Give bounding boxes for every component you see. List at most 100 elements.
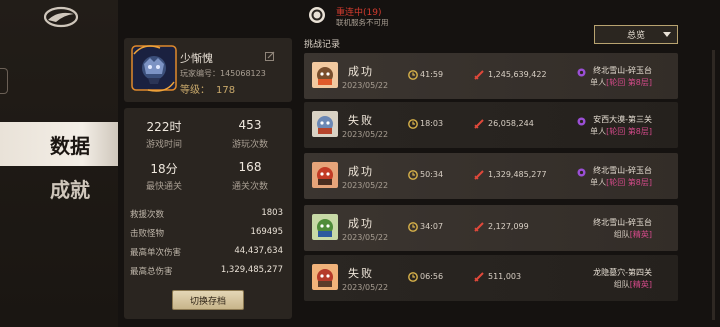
record-difficulty-tag: [精英] — [629, 230, 652, 239]
boss-portrait-icon — [312, 214, 338, 240]
record-difficulty-tag: [轮回 第8层] — [606, 127, 652, 136]
solo-mode-icon — [577, 168, 586, 177]
stat-row-label: 救援次数 — [130, 210, 165, 220]
record-stage: 龙隐墓穴-第四关 — [593, 268, 652, 277]
record-duration: 18:03 — [420, 119, 444, 128]
stat-row-value: 1803 — [261, 208, 283, 218]
clock-icon — [408, 222, 418, 232]
rail-collapse-handle[interactable] — [0, 68, 8, 94]
record-team-mode: 组队 — [613, 280, 630, 289]
clock-icon — [408, 170, 418, 180]
record-date: 2023/05/22 — [342, 81, 389, 90]
record-team-mode: 单人 — [590, 78, 607, 87]
player-id-value: 145068123 — [220, 69, 266, 78]
connection-status-subtext: 联机服务不可用 — [336, 18, 389, 27]
record-duration: 50:34 — [420, 170, 444, 179]
player-name: 少惭愧 — [180, 52, 213, 65]
stat-row-value: 1,329,485,277 — [220, 265, 283, 275]
record-row[interactable]: 成功 2023/05/22 50:34 1,329,485,277 终北雪山-碎玉台 单人… — [304, 153, 678, 199]
damage-sword-icon — [474, 272, 484, 282]
nav-item-data[interactable]: 数据 — [0, 122, 118, 166]
damage-sword-icon — [474, 119, 484, 129]
record-damage: 511,003 — [488, 272, 522, 281]
damage-sword-icon — [474, 70, 484, 80]
record-team-mode: 组队 — [613, 230, 630, 239]
record-stage: 终北雪山-碎玉台 — [593, 66, 652, 75]
record-difficulty-tag: [精英] — [629, 280, 652, 289]
records-scrollbar[interactable] — [712, 50, 715, 320]
stat-play-time-label: 游戏时间 — [145, 140, 182, 150]
damage-sword-icon — [474, 170, 484, 180]
record-damage: 1,245,639,422 — [488, 70, 547, 79]
chevron-down-icon — [663, 32, 671, 37]
player-id-label: 玩家编号： — [180, 69, 220, 78]
record-date: 2023/05/22 — [342, 130, 389, 139]
boss-portrait-icon — [312, 264, 338, 290]
record-team-info: 组队[精英] — [614, 279, 652, 290]
record-team-info: 组队[精英] — [614, 229, 652, 240]
stat-fastest-clear-label: 最快通关 — [145, 182, 182, 192]
clock-icon — [408, 70, 418, 80]
record-team-info: 单人[轮回 第8层] — [590, 126, 652, 137]
boss-portrait-icon — [312, 162, 338, 188]
record-damage: 26,058,244 — [488, 119, 534, 128]
solo-mode-icon — [577, 117, 586, 126]
record-date: 2023/05/22 — [342, 233, 389, 242]
record-stage: 终北雪山-碎玉台 — [593, 218, 652, 227]
records-filter-selected: 总览 — [626, 31, 645, 41]
records-title: 挑战记录 — [304, 40, 341, 50]
player-level: 等级： 178 — [180, 81, 235, 96]
stat-play-time-value: 222时 — [146, 120, 182, 134]
stat-play-count-label: 游玩次数 — [231, 140, 268, 150]
record-damage: 1,329,485,277 — [488, 170, 547, 179]
switch-save-button[interactable]: 切换存档 — [172, 290, 244, 310]
record-difficulty-tag: [轮回 第8层] — [606, 78, 652, 87]
boss-portrait-icon — [312, 62, 338, 88]
edit-name-icon[interactable] — [265, 51, 275, 61]
record-damage: 2,127,099 — [488, 222, 529, 231]
record-stage: 终北雪山-碎玉台 — [593, 166, 652, 175]
record-team-info: 单人[轮回 第8层] — [590, 177, 652, 188]
solo-mode-icon — [577, 68, 586, 77]
record-date: 2023/05/22 — [342, 181, 389, 190]
stat-row-label: 最高总伤害 — [130, 267, 173, 277]
clock-icon — [408, 119, 418, 129]
stat-play-count-value: 453 — [238, 118, 262, 132]
game-logo-icon — [44, 6, 78, 28]
record-result: 失败 — [348, 267, 374, 280]
player-level-value: 178 — [216, 85, 236, 96]
player-avatar[interactable] — [130, 44, 178, 92]
stat-row-label: 击败怪物 — [130, 229, 165, 239]
stat-fastest-clear-value: 18分 — [150, 162, 178, 176]
record-row[interactable]: 成功 2023/05/22 34:07 2,127,099 终北雪山-碎玉台 组队[精英] — [304, 205, 678, 251]
player-id: 玩家编号：145068123 — [180, 68, 266, 79]
clock-icon — [408, 272, 418, 282]
record-row[interactable]: 成功 2023/05/22 41:59 1,245,639,422 终北雪山-碎玉台 单人… — [304, 53, 678, 99]
nav-item-achievements[interactable]: 成就 — [0, 166, 118, 210]
record-duration: 41:59 — [420, 70, 444, 79]
stat-clear-count-label: 通关次数 — [231, 182, 268, 192]
record-date: 2023/05/22 — [342, 283, 389, 292]
damage-sword-icon — [474, 222, 484, 232]
record-row[interactable]: 失败 2023/05/22 06:56 511,003 龙隐墓穴-第四关 组队[精英] — [304, 255, 678, 301]
record-duration: 06:56 — [420, 272, 444, 281]
stat-row-value: 44,437,634 — [234, 246, 283, 256]
records-filter-dropdown[interactable]: 总览 — [594, 25, 678, 44]
boss-portrait-icon — [312, 111, 338, 137]
record-result: 失败 — [348, 114, 374, 127]
record-difficulty-tag: [轮回 第8层] — [606, 178, 652, 187]
stat-row-label: 最高单次伤害 — [130, 248, 182, 258]
connection-status-icon — [309, 7, 325, 23]
record-result: 成功 — [348, 165, 374, 178]
stat-row-value: 169495 — [250, 227, 283, 237]
record-team-mode: 单人 — [590, 178, 607, 187]
record-duration: 34:07 — [420, 222, 444, 231]
player-level-label: 等级： — [180, 85, 210, 96]
record-team-mode: 单人 — [590, 127, 607, 136]
record-stage: 安西大漠-第三关 — [593, 115, 652, 124]
record-result: 成功 — [348, 65, 374, 78]
record-result: 成功 — [348, 217, 374, 230]
stat-clear-count-value: 168 — [238, 160, 262, 174]
record-team-info: 单人[轮回 第8层] — [590, 77, 652, 88]
record-row[interactable]: 失败 2023/05/22 18:03 26,058,244 安西大漠-第三关 单人[轮回… — [304, 102, 678, 148]
